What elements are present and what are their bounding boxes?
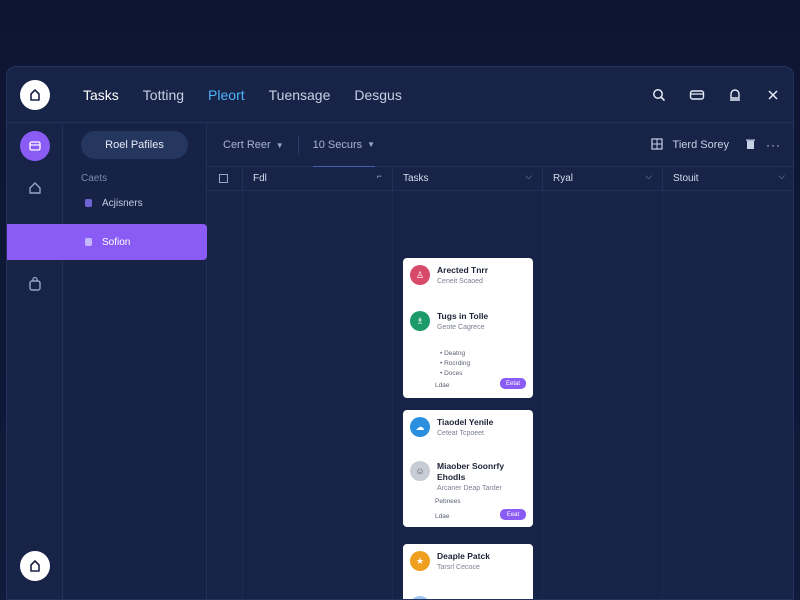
entry-subtitle: Ceneit Scaoed	[437, 278, 483, 285]
home-icon	[30, 560, 40, 572]
tab-totting[interactable]: Totting	[143, 87, 184, 103]
top-bar: Tasks Totting Pleort Tuensage Desgus	[7, 67, 793, 123]
primary-sidebar-button[interactable]: Roel Pafiles	[81, 131, 188, 159]
chat-icon: ☁	[410, 417, 430, 437]
filter-dropdown-1[interactable]: Cert Reer ▼	[223, 139, 284, 151]
tab-tasks[interactable]: Tasks	[83, 87, 119, 103]
bullet-item: Doces	[444, 370, 463, 377]
column-label: Fdl	[253, 173, 267, 184]
grid-icon[interactable]	[650, 137, 663, 153]
card-tag-button[interactable]: Eeat	[500, 509, 526, 520]
card-entry: ♗ Tugs in Tolle Geote Cagrece	[410, 311, 488, 331]
trash-icon[interactable]	[745, 138, 756, 153]
divider	[297, 135, 299, 155]
bullet-item: Deatng	[444, 350, 466, 357]
flag-icon[interactable]: ⌐	[377, 171, 382, 181]
column-label: Tasks	[403, 173, 429, 184]
entry-title: Deaple Patck	[437, 551, 490, 561]
more-icon[interactable]: ···	[766, 138, 781, 152]
search-icon[interactable]	[651, 87, 667, 103]
rail-item-bottom[interactable]	[20, 551, 50, 581]
column-body	[207, 191, 243, 599]
top-actions	[651, 67, 781, 123]
column-header-row: Fdl ⌐ Tasks ⌵ Ryal ⌵ Stouit ⌵	[207, 167, 793, 191]
bullet-list: • Deatng • Rocrding • Doces	[440, 350, 471, 377]
avatar-icon: ☺	[410, 461, 430, 481]
entry-title: Miaober Soonrfy Ehodls	[437, 461, 505, 482]
entry-title: Arected Tnrr	[437, 265, 489, 275]
entry-title: Tugs in Tolle	[437, 311, 489, 321]
person-icon: ♗	[410, 311, 430, 331]
icon-rail	[7, 123, 63, 599]
avatar-icon	[410, 596, 430, 599]
entry-subtitle: Geote Cagrece	[437, 324, 485, 331]
chevron-down-icon: ▼	[367, 140, 376, 149]
sidebar-item-sofion[interactable]: Sofion	[7, 224, 207, 260]
home-icon	[30, 89, 40, 101]
square-icon	[85, 238, 92, 246]
tab-desgus[interactable]: Desgus	[354, 87, 401, 103]
checkbox-icon	[219, 174, 228, 183]
column-header-tasks[interactable]: Tasks ⌵	[393, 167, 543, 190]
chevron-down-icon[interactable]: ⌵	[778, 171, 785, 182]
chevron-down-icon[interactable]: ⌵	[645, 171, 652, 182]
column-label: Stouit	[673, 173, 699, 184]
chevron-down-icon[interactable]: ⌵	[525, 171, 532, 182]
column-label: Ryal	[553, 173, 574, 184]
board-toolbar: Cert Reer ▼ 10 Securs ▼ Tierd Sorey ···	[207, 123, 793, 167]
square-icon	[85, 199, 92, 207]
entry-title: Tiaodel Yenile	[437, 417, 494, 427]
tab-pleort[interactable]: Pleort	[208, 87, 245, 103]
sidebar: Roel Pafiles Caets Acjisners Sofion	[7, 123, 207, 599]
task-card[interactable]: ★ Deaple Patck Tarsrl Cecoce	[403, 544, 533, 599]
card-footer-text: Ldae	[435, 513, 450, 520]
rail-item-cards[interactable]	[20, 131, 50, 161]
sort-button[interactable]: Tierd Sorey	[673, 139, 729, 151]
card-entry: ★ Deaple Patck Tarsrl Cecoce	[410, 551, 490, 571]
chevron-down-icon: ▼	[275, 140, 284, 150]
filter-dropdown-2[interactable]: 10 Securs ▼	[312, 123, 376, 167]
sidebar-item-label: Sofion	[102, 236, 131, 248]
filter-2-label: 10 Securs	[312, 138, 363, 151]
column-header-ryal[interactable]: Ryal ⌵	[543, 167, 663, 190]
card-entry: ♙ Arected Tnrr Ceneit Scaoed	[410, 265, 488, 285]
column-header-stouit[interactable]: Stouit ⌵	[663, 167, 793, 190]
card-entry: ☺ Miaober Soonrfy Ehodls Arcaner Deap Ta…	[410, 461, 517, 492]
column-header-fdl[interactable]: Fdl ⌐	[243, 167, 393, 190]
sidebar-section-label: Caets	[81, 173, 108, 184]
sidebar-item-acjisners[interactable]: Acjisners	[63, 189, 207, 217]
bag-icon	[29, 276, 41, 291]
house-icon	[29, 182, 41, 194]
bullet-item: Rocrding	[444, 360, 471, 367]
main-tabs: Tasks Totting Pleort Tuensage Desgus	[83, 67, 426, 123]
card-tag-button[interactable]: Eetat	[500, 378, 526, 389]
task-card[interactable]: ☁ Tiaodel Yenile Ceteat Tcpoeet ☺ Miaobe…	[403, 410, 533, 527]
rail-item-home[interactable]	[20, 173, 50, 203]
column-body	[243, 191, 393, 599]
card-footer-text: Ldae	[435, 382, 450, 389]
card-entry: ☁ Tiaodel Yenile Ceteat Tcpoeet	[410, 417, 493, 437]
entry-subtitle: Arcaner Deap Tarder	[437, 485, 502, 492]
filter-1-label: Cert Reer	[223, 139, 271, 151]
tab-tuensage[interactable]: Tuensage	[269, 87, 331, 103]
column-body	[543, 191, 663, 599]
star-icon: ★	[410, 551, 430, 571]
select-all-checkbox[interactable]	[207, 167, 243, 190]
notification-icon[interactable]	[727, 87, 743, 103]
rail-item-bag[interactable]	[20, 269, 50, 299]
entry-subtitle: Ceteat Tcpoeet	[437, 430, 484, 437]
entry-subtitle: Tarsrl Cecoce	[437, 564, 480, 571]
people-icon: ♙	[410, 265, 430, 285]
close-icon[interactable]	[765, 87, 781, 103]
card-icon	[29, 141, 41, 151]
app-window: Tasks Totting Pleort Tuensage Desgus Roe…	[6, 66, 794, 600]
sidebar-item-label: Acjisners	[102, 197, 143, 209]
app-logo-button[interactable]	[20, 80, 50, 110]
task-card[interactable]: ♙ Arected Tnrr Ceneit Scaoed ♗ Tugs in T…	[403, 258, 533, 398]
card-icon[interactable]	[689, 87, 705, 103]
card-line: Pebnees	[435, 498, 461, 505]
